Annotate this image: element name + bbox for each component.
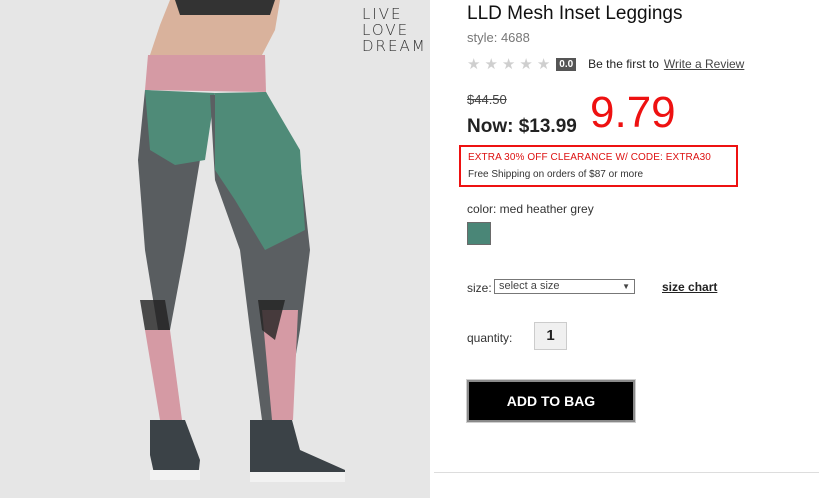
rating-badge: 0.0 [556, 57, 577, 71]
product-title: LLD Mesh Inset Leggings [467, 3, 683, 24]
divider [434, 472, 819, 473]
star-icon[interactable]: ★ [537, 55, 550, 73]
star-icon[interactable]: ★ [484, 55, 497, 73]
star-icon[interactable]: ★ [467, 55, 480, 73]
promo-code-text: EXTRA 30% OFF CLEARANCE W/ CODE: EXTRA30 [468, 152, 711, 163]
rating-text: Be the first to [588, 57, 659, 71]
original-price: $44.50 [467, 92, 507, 107]
color-label: color: med heather grey [467, 202, 594, 216]
shipping-text: Free Shipping on orders of $87 or more [468, 169, 644, 180]
leggings-model-illustration [0, 0, 430, 498]
brand-logo-line-1: LIVE [362, 5, 403, 23]
add-to-bag-button[interactable]: ADD TO BAG [466, 379, 636, 423]
size-select-value: select a size [499, 280, 560, 292]
style-code: style: 4688 [467, 30, 530, 45]
size-label: size: [467, 281, 492, 295]
rating-row: ★ ★ ★ ★ ★ 0.0 Be the first to Write a Re… [467, 55, 744, 73]
now-price: Now: $13.99 [467, 116, 577, 137]
size-chart-link[interactable]: size chart [662, 280, 717, 294]
color-swatch[interactable] [467, 222, 491, 245]
quantity-input[interactable]: 1 [534, 322, 567, 350]
size-select[interactable]: select a size ▼ [494, 279, 635, 294]
product-image: LIVE LOVE DREAM [0, 0, 430, 498]
write-review-link[interactable]: Write a Review [664, 57, 744, 71]
brand-logo: LIVE LOVE DREAM [362, 6, 427, 54]
chevron-down-icon: ▼ [622, 282, 630, 291]
brand-logo-line-3: DREAM [362, 37, 427, 55]
quantity-label: quantity: [467, 331, 513, 345]
promo-box: EXTRA 30% OFF CLEARANCE W/ CODE: EXTRA30… [459, 145, 738, 187]
star-icon[interactable]: ★ [519, 55, 532, 73]
handwritten-price-annotation: 9.79 [590, 88, 676, 137]
star-icon[interactable]: ★ [502, 55, 515, 73]
brand-logo-line-2: LOVE [362, 21, 410, 39]
